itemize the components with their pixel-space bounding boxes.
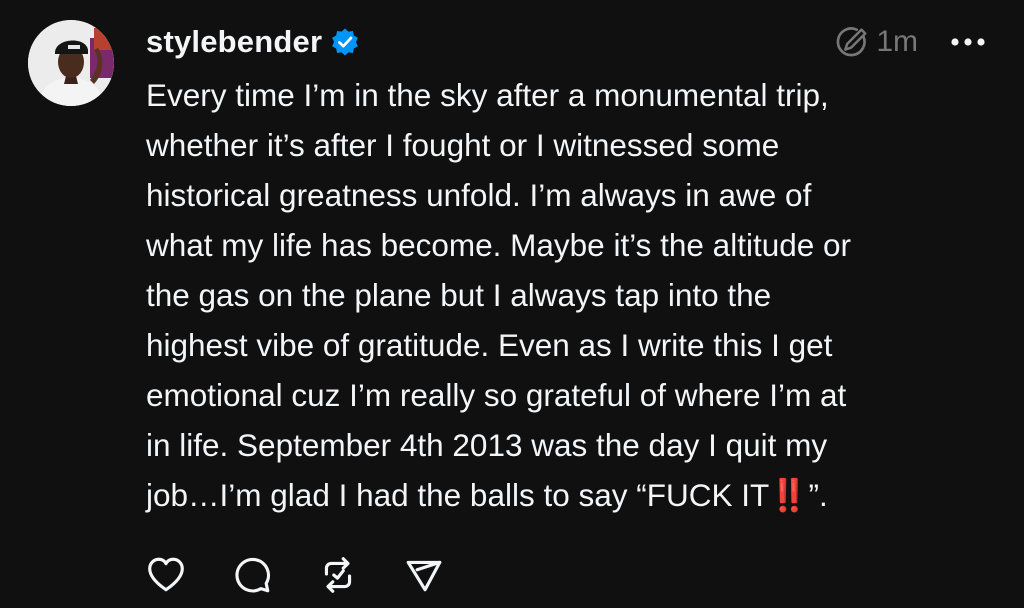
- post-body: Every time I’m in the sky after a monume…: [146, 70, 1006, 520]
- post-text-line: emotional cuz I’m really so grateful of …: [146, 377, 847, 413]
- post-text-line: highest vibe of gratitude. Even as I wri…: [146, 327, 833, 363]
- more-options-button[interactable]: [948, 22, 988, 62]
- post-text-line: Every time I’m in the sky after a monume…: [146, 77, 829, 113]
- heart-icon: [148, 557, 184, 592]
- post-text-line: the gas on the plane but I always tap in…: [146, 277, 772, 313]
- post-actions: [143, 552, 487, 598]
- post-text-last-before: job…I’m glad I had the balls to say “FUC…: [146, 477, 770, 513]
- thread-post: stylebender 1m Every time I’m in the sky…: [0, 0, 1024, 608]
- double-exclamation-emoji: ‼️: [769, 477, 809, 513]
- send-icon: [406, 560, 442, 592]
- repost-button[interactable]: [315, 552, 361, 598]
- author-username[interactable]: stylebender: [146, 24, 322, 60]
- post-meta: 1m: [832, 20, 918, 64]
- post-text-last-line: job…I’m glad I had the balls to say “FUC…: [146, 470, 1006, 520]
- post-header: stylebender: [146, 20, 360, 64]
- comment-icon: [235, 557, 271, 593]
- share-button[interactable]: [401, 552, 447, 598]
- repost-icon: [324, 557, 352, 593]
- post-text-line: in life. September 4th 2013 was the day …: [146, 427, 828, 463]
- avatar-photo: [28, 20, 114, 106]
- verified-badge-icon: [330, 27, 360, 57]
- post-text-last-after: ”.: [808, 477, 828, 513]
- post-text-line: historical greatness unfold. I’m always …: [146, 177, 812, 213]
- post-timestamp: 1m: [876, 25, 918, 58]
- like-button[interactable]: [143, 552, 189, 598]
- author-avatar[interactable]: [28, 20, 114, 106]
- edited-icon: [832, 23, 870, 61]
- post-text-line: whether it’s after I fought or I witness…: [146, 127, 780, 163]
- post-text-line: what my life has become. Maybe it’s the …: [146, 227, 852, 263]
- reply-button[interactable]: [229, 552, 275, 598]
- more-horizontal-icon: [951, 38, 985, 46]
